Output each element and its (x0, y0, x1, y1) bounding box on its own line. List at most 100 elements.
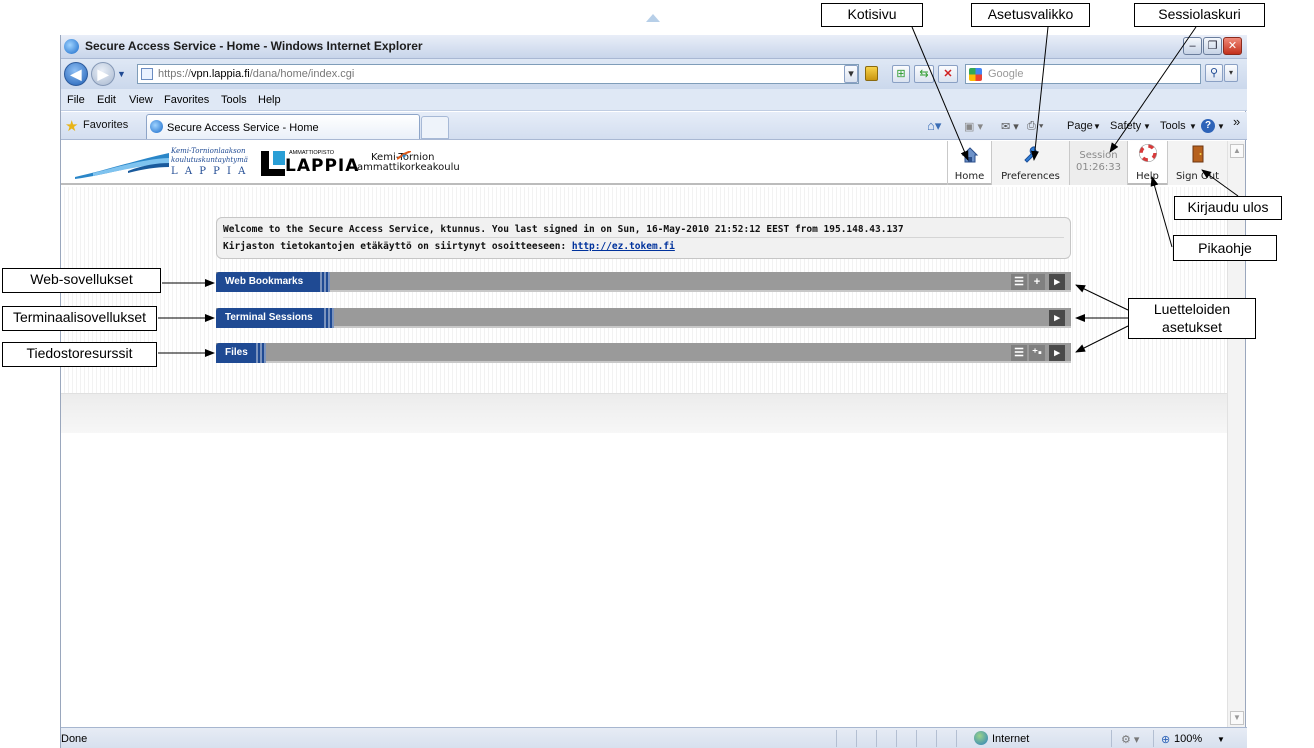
menu-edit[interactable]: Edit (97, 94, 116, 106)
welcome-message: Welcome to the Secure Access Service, kt… (223, 224, 904, 235)
menu-file[interactable]: File (67, 94, 85, 106)
home-button[interactable]: Home (947, 141, 991, 185)
web-bookmarks-panel: Web Bookmarks ☰ + ▸ (216, 272, 1071, 292)
koulutus-line2: koulutuskuntayhtymä (171, 156, 248, 164)
safety-menu-label[interactable]: Safety (1110, 120, 1141, 132)
feeds-icon[interactable]: ▣ ▾ (964, 120, 983, 133)
amk-mark-icon (396, 150, 412, 160)
lock-icon[interactable] (865, 66, 878, 81)
session-time: 01:26:33 (1076, 162, 1121, 173)
url-dropdown-button[interactable]: ▾ (844, 65, 858, 83)
expand-arrow-icon[interactable]: ▸ (1049, 310, 1065, 326)
preferences-label: Preferences (1001, 171, 1060, 182)
session-label: Session (1079, 150, 1118, 161)
status-separator (896, 730, 897, 747)
lappia-swoosh-logo (73, 149, 171, 179)
sign-out-button[interactable]: Sign Out (1167, 141, 1227, 185)
wrench-icon (1023, 146, 1039, 163)
status-separator (936, 730, 937, 747)
menu-favorites[interactable]: Favorites (164, 94, 209, 106)
portal-header: Kemi-Tornionlaakson koulutuskuntayhtymä … (61, 141, 1227, 185)
vertical-scrollbar[interactable]: ▲ ▼ (1227, 141, 1245, 731)
session-timer: Session 01:26:33 (1069, 141, 1127, 185)
protected-mode-icon[interactable]: ⚙ ▾ (1121, 733, 1139, 746)
url-host: vpn.lappia.fi (191, 68, 250, 80)
page-content: Welcome to the Secure Access Service, kt… (61, 187, 1227, 393)
page-footer (61, 393, 1227, 433)
zoom-icon: ⊕ (1161, 734, 1171, 746)
files-title[interactable]: Files (216, 343, 256, 363)
ie-logo-icon (64, 39, 79, 54)
lifebuoy-icon (1138, 144, 1157, 162)
page-menu-label: Page (1067, 120, 1093, 132)
expand-arrow-icon[interactable]: ▸ (1049, 274, 1065, 290)
list-options-icon[interactable]: ☰ (1011, 345, 1027, 361)
restore-button[interactable]: ❐ (1203, 37, 1222, 55)
menu-tools[interactable]: Tools (221, 94, 247, 106)
koulutus-logo-text: Kemi-Tornionlaakson koulutuskuntayhtymä … (171, 147, 248, 177)
files-panel: Files ☰ ⁺▪ ▸ (216, 343, 1071, 363)
favorites-button[interactable]: Favorites (83, 119, 128, 131)
preferences-button[interactable]: Preferences (991, 141, 1069, 185)
safety-menu-arrow-icon: ▼ (1143, 122, 1151, 131)
forward-button[interactable]: ▶ (91, 62, 115, 86)
scroll-up-icon[interactable]: ▲ (1230, 144, 1244, 158)
ammattiopisto-logo (259, 149, 287, 177)
callout-luetteloiden-line1: Luetteloiden (1153, 301, 1231, 317)
home-toolbar-icon[interactable]: ⌂▾ (927, 118, 941, 134)
zoom-level[interactable]: 100% (1174, 733, 1202, 745)
search-options-button[interactable]: ▾ (1224, 64, 1238, 82)
tools-menu-label[interactable]: Tools (1160, 120, 1186, 132)
zoom-dropdown-icon[interactable]: ▼ (1217, 735, 1225, 744)
menu-help[interactable]: Help (258, 94, 281, 106)
callout-tiedostoresurssit: Tiedostoresurssit (2, 342, 157, 367)
toolbar-chevron[interactable]: » (1233, 114, 1240, 129)
minimize-button[interactable]: – (1183, 37, 1202, 55)
refresh-button[interactable]: ⇆ (914, 65, 934, 83)
library-notice: Kirjaston tietokantojen etäkäyttö on sii… (223, 241, 572, 252)
zone-label: Internet (992, 733, 1030, 745)
new-tab-button[interactable] (421, 116, 449, 139)
help-label: Help (1136, 171, 1159, 182)
web-page: Kemi-Tornionlaakson koulutuskuntayhtymä … (61, 141, 1227, 731)
callout-sessiolaskuri: Sessiolaskuri (1134, 3, 1265, 27)
mail-icon[interactable]: ✉ ▾ (1001, 120, 1019, 133)
add-bookmark-icon[interactable]: + (1029, 274, 1045, 290)
scroll-down-icon[interactable]: ▼ (1230, 711, 1244, 725)
title-bar: Secure Access Service - Home - Windows I… (61, 35, 1247, 59)
welcome-divider (223, 237, 1064, 238)
menu-view[interactable]: View (129, 94, 153, 106)
compatibility-view-button[interactable]: ⊞ (892, 65, 910, 83)
stop-button[interactable]: ✕ (938, 65, 958, 83)
tab-label: Secure Access Service - Home (167, 122, 319, 134)
expand-arrow-icon[interactable]: ▸ (1049, 345, 1065, 361)
callout-luetteloiden-line2: asetukset (1162, 318, 1222, 335)
annotated-screenshot: Secure Access Service - Home - Windows I… (0, 0, 1314, 748)
list-options-icon[interactable]: ☰ (1011, 274, 1027, 290)
close-button[interactable]: ✕ (1223, 37, 1242, 55)
back-button[interactable]: ◀ (64, 62, 88, 86)
tab-home[interactable]: Secure Access Service - Home (146, 114, 420, 139)
search-button[interactable]: ⚲ (1205, 64, 1223, 82)
url-field[interactable]: https://vpn.lappia.fi/dana/home/index.cg… (137, 64, 859, 84)
status-separator (836, 730, 837, 747)
page-menu-arrow-icon: ▼ (1093, 122, 1101, 131)
status-separator (1111, 730, 1112, 747)
help-toolbar-icon[interactable]: ? (1201, 119, 1215, 133)
terminal-sessions-title[interactable]: Terminal Sessions (216, 308, 324, 328)
web-bookmarks-title[interactable]: Web Bookmarks (216, 272, 320, 292)
print-icon[interactable]: ⎙ ▾ (1027, 120, 1043, 133)
search-field[interactable]: Google (965, 64, 1201, 84)
help-button[interactable]: Help (1127, 141, 1167, 185)
library-link[interactable]: http://ez.tokem.fi (572, 241, 675, 252)
history-dropdown-icon[interactable]: ▼ (117, 69, 126, 79)
status-bar: Done Internet ⚙ ▾ ⊕ 100% ▼ (61, 727, 1247, 748)
status-separator (916, 730, 917, 747)
globe-icon (974, 731, 988, 745)
panel-stripes (254, 343, 266, 363)
status-separator (1153, 730, 1154, 747)
add-files-icon[interactable]: ⁺▪ (1029, 345, 1045, 361)
page-icon (141, 68, 153, 80)
panel-stripes (318, 272, 330, 292)
callout-kirjaudu-ulos: Kirjaudu ulos (1174, 196, 1282, 220)
